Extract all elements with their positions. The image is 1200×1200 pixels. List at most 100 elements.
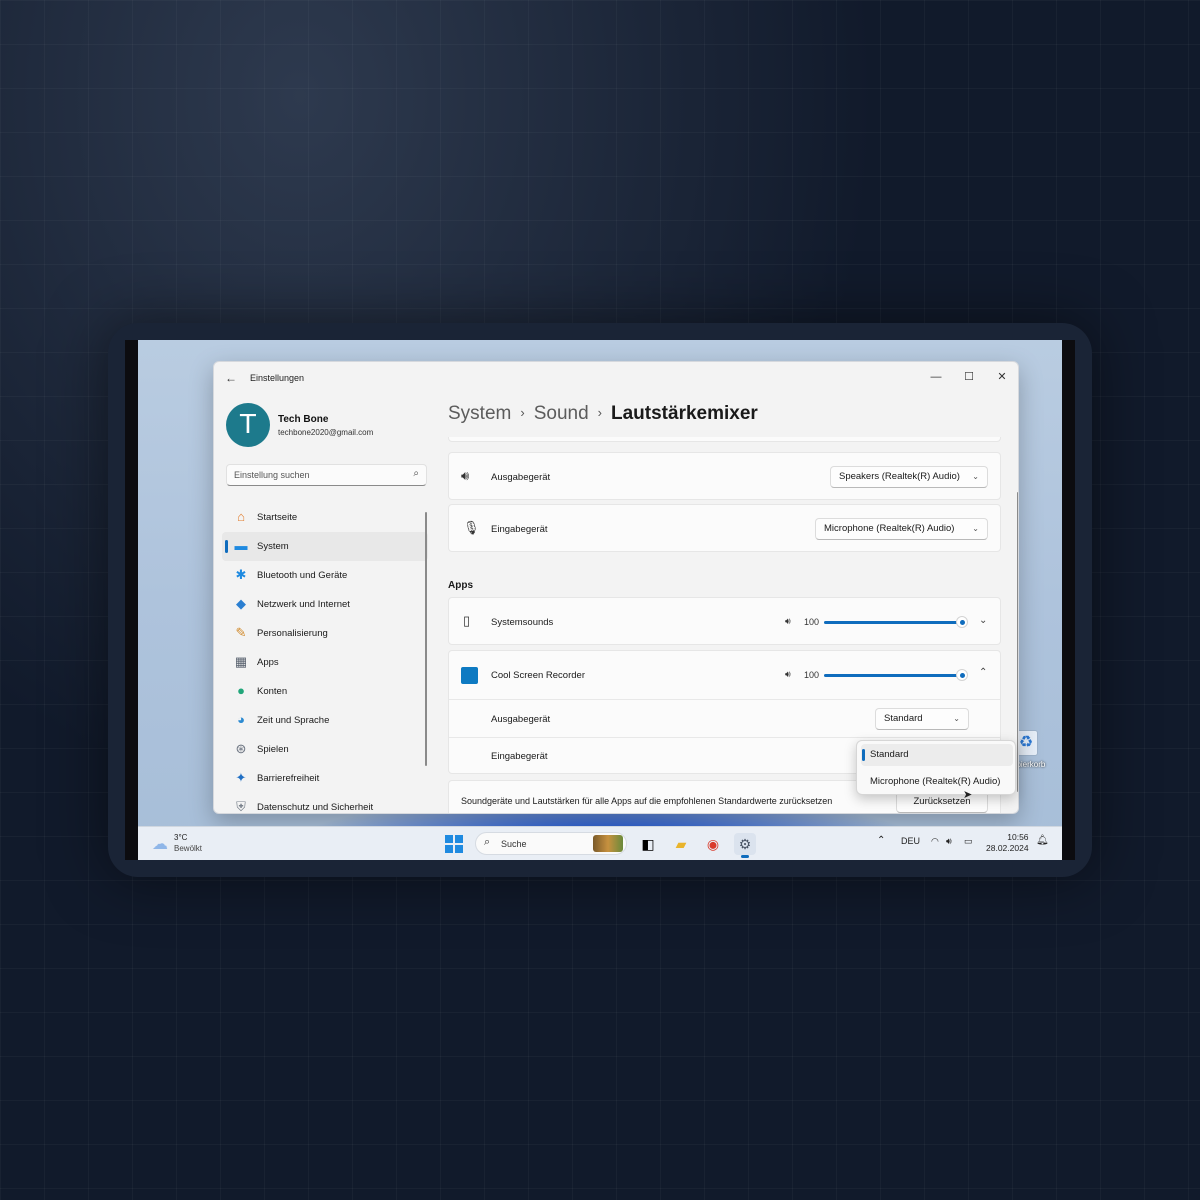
language-indicator[interactable]: DEU xyxy=(901,836,920,846)
cloud-icon[interactable]: ☁ xyxy=(152,834,168,854)
option-label: Microphone (Realtek(R) Audio) xyxy=(870,776,1001,787)
maximize-button[interactable]: ☐ xyxy=(953,367,985,387)
output-device-value: Speakers (Realtek(R) Audio) xyxy=(839,471,960,482)
sidebar-item-label: Konten xyxy=(257,686,288,697)
settings-gear-icon[interactable]: ⚙ xyxy=(734,833,756,858)
recorder-input-label: Eingabegerät xyxy=(491,751,548,762)
recorder-slider-thumb[interactable] xyxy=(956,669,968,681)
accessibility-icon: ✦ xyxy=(235,770,247,785)
input-device-dropdown[interactable]: Microphone (Realtek(R) Audio) ⌄ xyxy=(815,518,988,540)
sidebar-item-bluetooth[interactable]: ✱ Bluetooth und Geräte xyxy=(222,561,428,590)
mouse-cursor-icon: ➤ xyxy=(963,789,973,801)
screen: ♻ Papierkorb ← Einstellungen — ☐ ✕ T Tec… xyxy=(125,340,1075,860)
breadcrumb-system[interactable]: System xyxy=(448,403,511,424)
start-button[interactable] xyxy=(445,835,463,853)
bluetooth-icon: ✱ xyxy=(235,567,247,582)
sidebar-scrollbar[interactable] xyxy=(425,512,427,766)
display-icon: ▬ xyxy=(234,538,248,553)
title-bar: ← Einstellungen — ☐ ✕ xyxy=(214,362,1018,392)
notification-bell-icon[interactable]: 🔔︎ xyxy=(1036,835,1049,846)
sidebar-item-label: Netzwerk und Internet xyxy=(257,599,350,610)
windows-logo-tile xyxy=(455,835,463,843)
chevron-up-icon[interactable]: ⌃ xyxy=(877,835,885,846)
microphone-icon: 🎙︎ xyxy=(463,520,480,535)
desktop: ♻ Papierkorb ← Einstellungen — ☐ ✕ T Tec… xyxy=(138,340,1062,860)
battery-icon[interactable]: ▭ xyxy=(964,836,973,847)
breadcrumb-sound[interactable]: Sound xyxy=(534,403,589,424)
apps-section-title: Apps xyxy=(448,580,473,591)
settings-search-input[interactable]: Einstellung suchen ⌕ xyxy=(226,464,427,486)
selection-indicator xyxy=(862,749,865,761)
windows-logo-icon xyxy=(445,835,453,843)
windows-logo-tile xyxy=(445,845,453,853)
task-view-icon[interactable]: ◧ xyxy=(637,833,659,855)
user-email: techbone2020@gmail.com xyxy=(278,428,374,437)
systemsounds-volume-value: 100 xyxy=(804,617,820,627)
sidebar-item-barrierefreiheit[interactable]: ✦ Barrierefreiheit xyxy=(222,764,428,793)
avatar[interactable]: T xyxy=(226,403,270,447)
file-explorer-icon[interactable]: ▰ xyxy=(670,833,692,855)
active-app-indicator xyxy=(741,855,749,858)
sidebar-item-startseite[interactable]: ⌂ Startseite xyxy=(222,503,428,532)
sidebar-item-system[interactable]: ▬ System xyxy=(222,532,428,561)
input-device-dropdown-menu: Standard Microphone (Realtek(R) Audio) xyxy=(856,740,1016,795)
close-button[interactable]: ✕ xyxy=(986,367,1018,387)
clock[interactable]: 10:56 28.02.2024 xyxy=(986,832,1029,854)
volume-icon: 🔊︎ xyxy=(785,669,791,679)
windows-logo-tile xyxy=(455,845,463,853)
taskbar-search[interactable]: ⌕ Suche xyxy=(475,832,627,855)
shield-icon: ⛨ xyxy=(236,799,246,814)
recorder-output-dropdown[interactable]: Standard ⌄ xyxy=(875,708,969,730)
sidebar-nav: ⌂ Startseite ▬ System ✱ Bluetooth und Geräte ◆… xyxy=(222,503,428,814)
input-device-value: Microphone (Realtek(R) Audio) xyxy=(824,523,955,534)
taskbar-search-label: Suche xyxy=(501,839,527,849)
weather-temperature[interactable]: 3°C xyxy=(174,833,187,842)
wifi-icon: ◆ xyxy=(236,596,246,611)
reset-description: Soundgeräte und Lautstärken für alle App… xyxy=(461,796,833,806)
taskbar: ☁ 3°C Bewölkt ⌕ Suche ◧ ▰ ◉ ⚙ ⌃ DEU ◠ 🔊︎… xyxy=(138,826,1062,860)
card-top-edge xyxy=(448,437,1001,442)
search-placeholder: Einstellung suchen xyxy=(234,470,310,480)
sidebar-item-konten[interactable]: ● Konten xyxy=(222,677,428,706)
systemsounds-slider-thumb[interactable] xyxy=(956,616,968,628)
systemsounds-volume-slider[interactable] xyxy=(824,621,962,624)
window-title: Einstellungen xyxy=(250,373,305,383)
content-scrollbar[interactable] xyxy=(1017,492,1018,792)
sidebar-item-label: Datenschutz und Sicherheit xyxy=(257,802,374,813)
sidebar-item-zeit[interactable]: ◕ Zeit und Sprache xyxy=(222,706,428,735)
wifi-icon[interactable]: ◠ xyxy=(931,836,939,847)
output-device-label: Ausgabegerät xyxy=(491,472,551,483)
chevron-down-icon[interactable]: ⌄ xyxy=(979,615,987,626)
chevron-up-icon[interactable]: ⌃ xyxy=(979,667,987,678)
brush-icon: ✎ xyxy=(235,625,247,640)
sidebar-item-datenschutz[interactable]: ⛨ Datenschutz und Sicherheit xyxy=(222,793,428,814)
systemsounds-card: ▯ Systemsounds 🔊︎ 100 ⌄ xyxy=(448,597,1001,645)
sidebar-item-label: Bluetooth und Geräte xyxy=(257,570,348,581)
recorder-output-label: Ausgabegerät xyxy=(491,714,551,725)
minimize-button[interactable]: — xyxy=(920,367,952,387)
clock-time: 10:56 xyxy=(1007,832,1029,842)
weather-description[interactable]: Bewölkt xyxy=(174,844,202,853)
sidebar-item-label: Zeit und Sprache xyxy=(257,715,330,726)
search-icon: ⌕ xyxy=(484,836,491,848)
selection-indicator xyxy=(225,540,228,553)
volume-icon[interactable]: 🔊︎ xyxy=(946,836,952,847)
recorder-label: Cool Screen Recorder xyxy=(491,670,585,681)
speaker-icon: 🔊︎ xyxy=(461,468,470,483)
sidebar-item-netzwerk[interactable]: ◆ Netzwerk und Internet xyxy=(222,590,428,619)
recorder-volume-slider[interactable] xyxy=(824,674,962,677)
output-device-dropdown[interactable]: Speakers (Realtek(R) Audio) ⌄ xyxy=(830,466,988,488)
back-arrow-icon[interactable]: ← xyxy=(225,371,237,385)
input-device-label: Eingabegerät xyxy=(491,524,548,535)
user-name: Tech Bone xyxy=(278,414,329,425)
sidebar-item-spielen[interactable]: ⊛ Spielen xyxy=(222,735,428,764)
dropdown-option-standard[interactable]: Standard xyxy=(861,744,1013,766)
sidebar-item-personalisierung[interactable]: ✎ Personalisierung xyxy=(222,619,428,648)
globe-icon: ◕ xyxy=(237,712,245,727)
clock-date: 28.02.2024 xyxy=(986,843,1029,853)
home-icon: ⌂ xyxy=(237,509,245,524)
chrome-icon[interactable]: ◉ xyxy=(702,833,724,855)
dropdown-option-microphone[interactable]: Microphone (Realtek(R) Audio) xyxy=(861,771,1013,793)
sidebar-item-apps[interactable]: ▦ Apps xyxy=(222,648,428,677)
chevron-down-icon: ⌄ xyxy=(972,524,979,533)
